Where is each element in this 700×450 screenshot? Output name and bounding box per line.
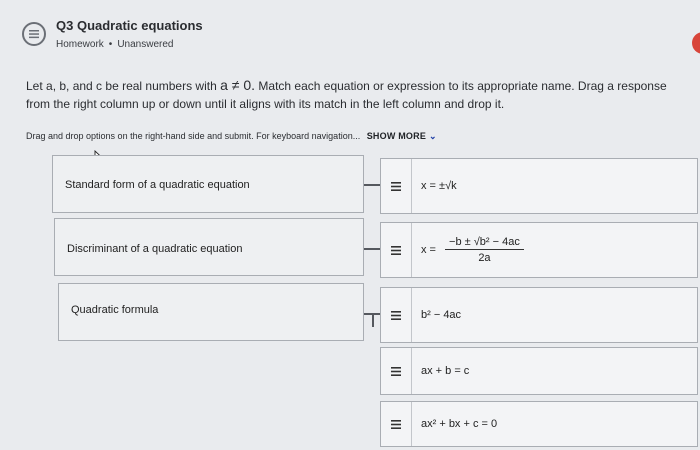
formula-numerator: −b ± √b² − 4ac xyxy=(445,236,524,250)
question-meta: Homework • Unanswered xyxy=(56,39,173,50)
formula-fraction: −b ± √b² − 4ac 2a xyxy=(445,236,524,264)
response-item[interactable]: x = −b ± √b² − 4ac 2a xyxy=(380,222,698,278)
left-item-discriminant: Discriminant of a quadratic equation xyxy=(54,218,364,276)
response-expression: ax² + bx + c = 0 xyxy=(421,418,498,430)
response-expression: ax + b = c xyxy=(421,365,470,377)
show-more-link[interactable]: SHOW MORE ⌄ xyxy=(367,131,437,141)
question-title: Q3 Quadratic equations xyxy=(56,18,203,33)
left-item-label: Standard form of a quadratic equation xyxy=(65,179,250,191)
connector-line xyxy=(364,248,380,250)
drag-handle-icon[interactable] xyxy=(381,348,412,394)
prompt-text-before: Let a, b, and c be real numbers with xyxy=(26,79,217,93)
meta-separator: • xyxy=(108,39,113,50)
connector-line xyxy=(372,313,374,327)
drag-handle-icon[interactable] xyxy=(381,159,412,213)
chevron-down-icon: ⌄ xyxy=(429,131,437,141)
response-item[interactable]: ax + b = c xyxy=(380,347,698,395)
response-expression: b² − 4ac xyxy=(421,309,462,321)
connector-line xyxy=(364,184,380,186)
show-more-label: SHOW MORE xyxy=(366,131,427,141)
drag-handle-icon[interactable] xyxy=(381,402,412,446)
response-expression: x = −b ± √b² − 4ac 2a xyxy=(421,236,524,264)
homework-label: Homework xyxy=(56,39,104,50)
response-expression: x = ±√k xyxy=(421,180,457,192)
instructions-text: Drag and drop options on the right-hand … xyxy=(26,131,361,141)
question-prompt: Let a, b, and c be real numbers with a ≠… xyxy=(26,76,692,113)
drag-handle-icon[interactable] xyxy=(381,288,412,342)
left-item-label: Quadratic formula xyxy=(71,304,159,316)
response-item[interactable]: b² − 4ac xyxy=(380,287,698,343)
left-item-label: Discriminant of a quadratic equation xyxy=(67,243,243,255)
instructions-row: Drag and drop options on the right-hand … xyxy=(26,131,437,142)
formula-denominator: 2a xyxy=(478,252,491,264)
left-item-quadratic-formula: Quadratic formula xyxy=(58,283,364,341)
left-item-standard-form: Standard form of a quadratic equation xyxy=(52,155,364,213)
formula-prefix: x = xyxy=(421,243,436,256)
question-list-icon xyxy=(22,22,46,46)
prompt-math: a ≠ 0. xyxy=(220,77,256,93)
response-item[interactable]: x = ±√k xyxy=(380,158,698,214)
drag-handle-icon[interactable] xyxy=(381,223,412,277)
status-label: Unanswered xyxy=(117,39,174,50)
side-panel-button[interactable] xyxy=(692,32,700,54)
response-item[interactable]: ax² + bx + c = 0 xyxy=(380,401,698,447)
